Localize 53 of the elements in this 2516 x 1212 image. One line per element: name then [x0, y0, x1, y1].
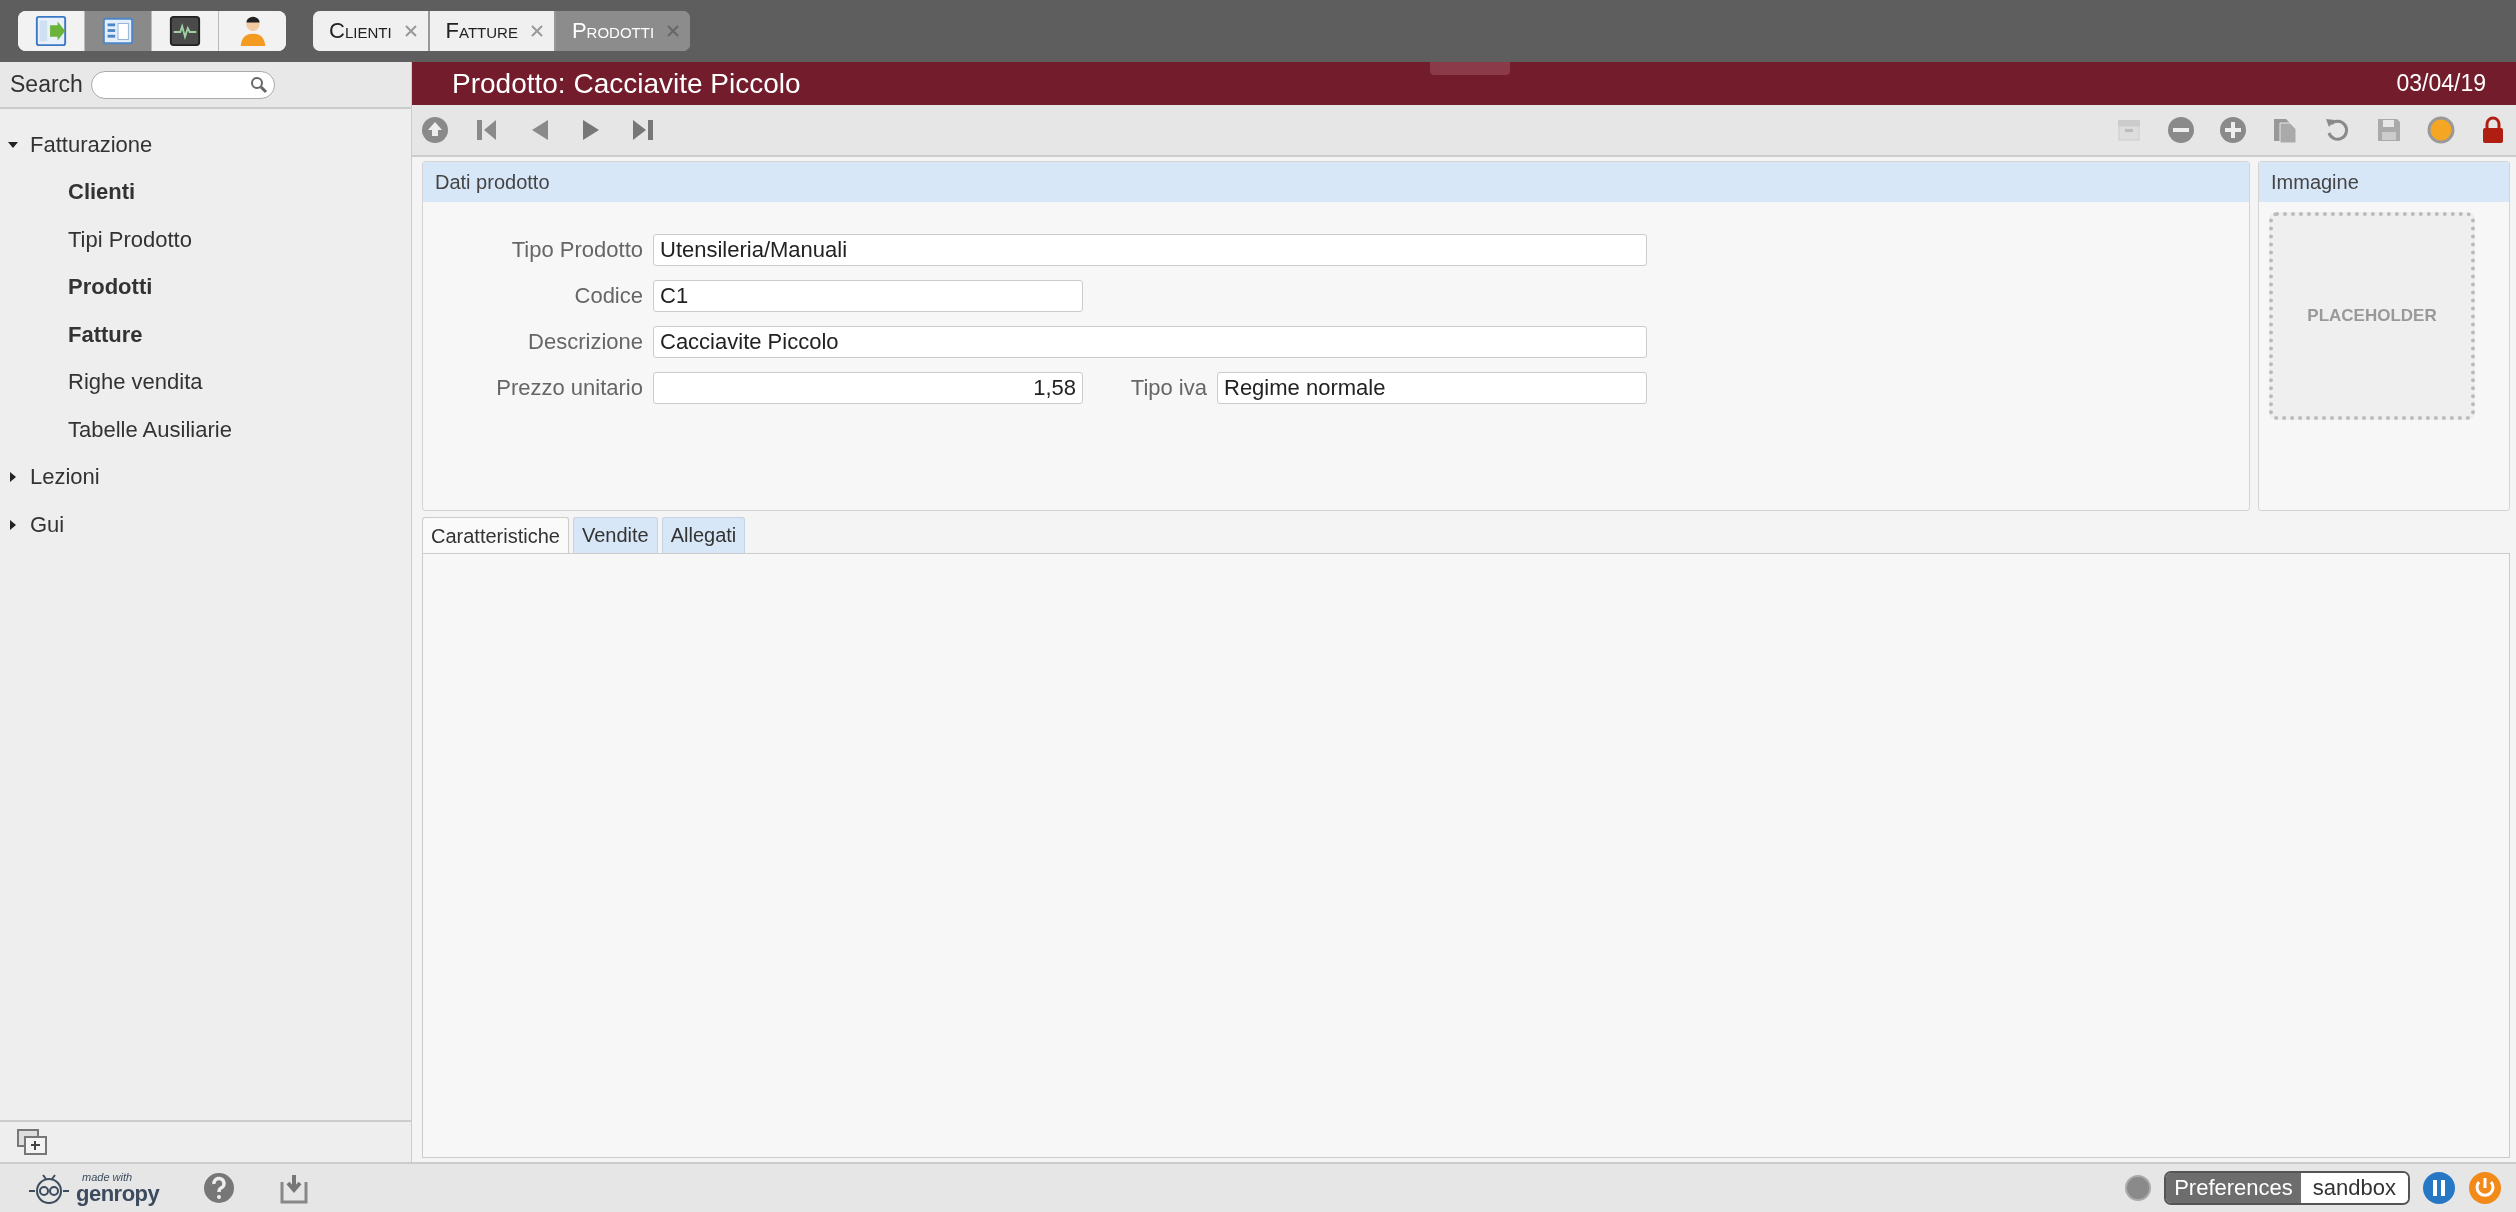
made-with-text: made with — [81, 1171, 134, 1183]
connection-icon — [2124, 1174, 2153, 1202]
collapsed-icon — [8, 472, 18, 483]
input-field[interactable]: Cacciavite Piccolo — [653, 326, 1647, 358]
upload-icon[interactable] — [420, 115, 450, 145]
tree-item[interactable]: Tipi Prodotto — [0, 216, 411, 264]
page-tab[interactable]: Clienti — [313, 11, 428, 51]
field-label: Codice — [573, 283, 643, 309]
panel-header: Immagine — [2259, 162, 2509, 202]
tree-node[interactable]: Fatturazione — [0, 121, 411, 169]
search-label: Search — [10, 71, 83, 98]
panel-icon — [34, 14, 68, 48]
power-icon[interactable] — [2468, 1171, 2502, 1205]
expanded-icon — [8, 139, 18, 150]
field-label: Tipo iva — [1129, 375, 1207, 401]
tree-item[interactable]: Clienti — [0, 168, 411, 216]
input-field[interactable]: 1,58 — [653, 372, 1083, 404]
add-icon[interactable] — [2218, 115, 2248, 145]
page-tab[interactable]: Fatture — [429, 11, 554, 51]
search-field[interactable] — [90, 70, 275, 99]
preferences-button[interactable]: Preferences — [2166, 1173, 2301, 1203]
input-field[interactable]: Utensileria/Manuali — [653, 234, 1647, 266]
field-label: Descrizione — [527, 329, 643, 355]
collapsed-icon — [8, 519, 18, 530]
input-field[interactable]: C1 — [653, 280, 1083, 312]
record-date: 03/04/19 — [2396, 70, 2486, 97]
status-icon[interactable] — [2426, 115, 2456, 145]
close-icon[interactable] — [529, 24, 544, 38]
record-title: Prodotto: Cacciavite Piccolo — [452, 67, 801, 100]
tree-item[interactable]: Fatture — [0, 311, 411, 359]
detail-tab[interactable]: Caratteristiche — [422, 517, 569, 555]
tree-node[interactable]: Lezioni — [0, 453, 411, 501]
tree-item[interactable]: Righe vendita — [0, 358, 411, 406]
search-icon — [249, 75, 268, 94]
download-icon[interactable] — [279, 1172, 310, 1204]
tree-item[interactable]: Tabelle Ausiliarie — [0, 406, 411, 454]
panel-header: Dati prodotto — [423, 162, 2249, 202]
remove-icon[interactable] — [2166, 115, 2196, 145]
new-window-icon[interactable] — [16, 1128, 48, 1156]
close-icon[interactable] — [666, 24, 681, 38]
tree-item[interactable]: Prodotti — [0, 263, 411, 311]
help-icon[interactable] — [203, 1172, 236, 1204]
field-label: Tipo Prodotto — [510, 237, 643, 263]
environment-label: sandbox — [2300, 1173, 2408, 1203]
detail-tab[interactable]: Allegati — [661, 517, 746, 553]
tree-node[interactable]: Gui — [0, 501, 411, 549]
detail-tab[interactable]: Vendite — [572, 517, 658, 553]
close-icon[interactable] — [403, 24, 418, 38]
input-field[interactable]: Regime normale — [1217, 372, 1647, 404]
brand-name: genropy — [76, 1182, 160, 1205]
pause-icon[interactable] — [2422, 1171, 2456, 1205]
field-label: Prezzo unitario — [495, 375, 643, 401]
monitor-icon — [168, 14, 202, 48]
